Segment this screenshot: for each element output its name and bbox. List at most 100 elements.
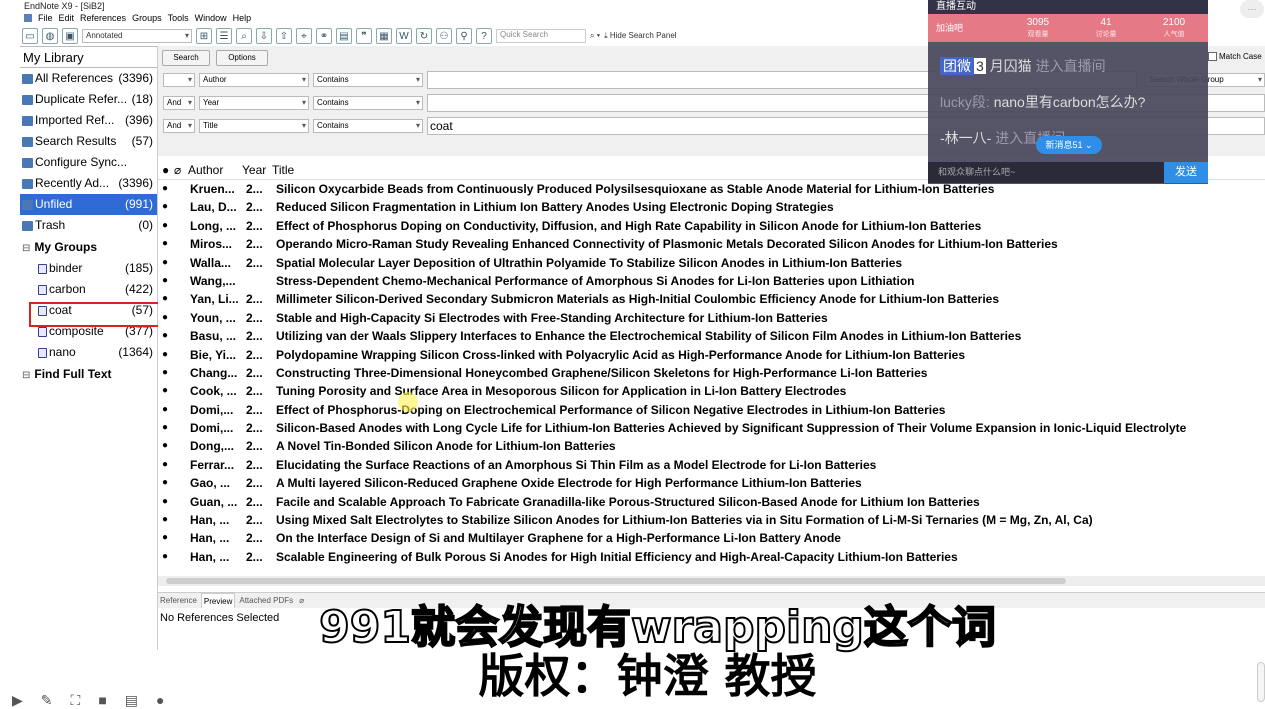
table-row[interactable]: ● Basu, ... 2... Utilizing van der Waals Sl… (158, 327, 1265, 345)
menu-groups[interactable]: Groups (132, 12, 162, 25)
quick-search-input[interactable]: Quick Search (496, 29, 586, 43)
horizontal-scrollbar[interactable] (158, 576, 1265, 586)
search-icon[interactable]: ⌕ ▾ (590, 31, 600, 41)
condition-select[interactable]: Contains (313, 96, 423, 110)
folder-icon (22, 95, 33, 105)
row-author: Bie, Yi... (190, 347, 237, 362)
unread-dot-icon: ● (162, 201, 169, 213)
menu-window[interactable]: Window (195, 12, 227, 25)
my-groups-heading[interactable]: My Groups (20, 236, 157, 258)
author-column-header[interactable]: Author (188, 160, 242, 179)
table-row[interactable]: ● Wang,... Stress-Dependent Chemo-Mechanic… (158, 272, 1265, 290)
field-select[interactable]: Year (199, 96, 309, 110)
boolean-select[interactable]: And (163, 119, 195, 133)
sidebar-item[interactable]: Unfiled (991) (20, 194, 157, 215)
search-online-icon[interactable]: ⌕ (236, 28, 252, 44)
table-row[interactable]: ● Domi,... 2... Silicon-Based Anodes with L… (158, 419, 1265, 437)
chat-icon[interactable]: ● (156, 692, 164, 709)
url-icon[interactable]: ⚭ (316, 28, 332, 44)
row-title: Stable and High-Capacity Si Electrodes w… (276, 310, 828, 325)
sidebar-item[interactable]: Search Results (57) (20, 131, 157, 152)
help-icon[interactable]: ? (476, 28, 492, 44)
sidebar-item[interactable]: All References (3396) (20, 68, 157, 89)
sidebar-item[interactable]: Imported Ref... (396) (20, 110, 157, 131)
field-select[interactable]: Author (199, 73, 309, 87)
row-author: Cook, ... (190, 384, 237, 399)
condition-select[interactable]: Contains (313, 119, 423, 133)
read-status-icon[interactable]: ● (162, 160, 174, 179)
title-column-header[interactable]: Title (272, 160, 294, 179)
subtitle-line-2: 版权：钟澄 教授 (478, 649, 817, 703)
sidebar-item[interactable]: Duplicate Refer... (18) (20, 89, 157, 110)
layout-icon[interactable]: ▭ (22, 28, 38, 44)
menu-references[interactable]: References (80, 12, 126, 25)
pdf-icon[interactable]: ▦ (376, 28, 392, 44)
field-select[interactable]: Title (199, 119, 309, 133)
attachment-icon[interactable]: ⌀ (174, 160, 188, 179)
export-icon[interactable]: ⇧ (276, 28, 292, 44)
boolean-select[interactable]: And (163, 96, 195, 110)
group-item[interactable]: carbon (422) (20, 279, 157, 300)
word-icon[interactable]: W (396, 28, 412, 44)
table-row[interactable]: ● Guan, ... 2... Facile and Scalable Approa… (158, 493, 1265, 511)
groups-icon[interactable]: ⚲ (456, 28, 472, 44)
share-icon[interactable]: ⚇ (436, 28, 452, 44)
group-item[interactable]: binder (185) (20, 258, 157, 279)
menu-edit[interactable]: Edit (59, 12, 75, 25)
table-row[interactable]: ● Miros... 2... Operando Micro-Raman Study … (158, 235, 1265, 253)
find-fulltext-icon[interactable]: ⌖ (296, 28, 312, 44)
table-row[interactable]: ● Bie, Yi... 2... Polydopamine Wrapping Sil… (158, 346, 1265, 364)
new-messages-button[interactable]: 新消息51 ⌄ (1036, 136, 1102, 154)
play-icon[interactable]: ▶ (12, 692, 23, 709)
row-year: 2... (246, 494, 263, 509)
insert-citation-icon[interactable]: ⊞ (196, 28, 212, 44)
options-button[interactable]: Options (216, 50, 268, 66)
online-icon[interactable]: ◍ (42, 28, 58, 44)
screenshot-icon[interactable]: ⛶ (71, 692, 81, 709)
year-column-header[interactable]: Year (242, 160, 272, 179)
table-row[interactable]: ● Chang... 2... Constructing Three-Dimensio… (158, 364, 1265, 382)
table-row[interactable]: ● Han, ... 2... On the Interface Design of … (158, 529, 1265, 547)
integrated-icon[interactable]: ▣ (62, 28, 78, 44)
table-row[interactable]: ● Long, ... 2... Effect of Phosphorus Dopin… (158, 217, 1265, 235)
menu-tools[interactable]: Tools (168, 12, 189, 25)
search-button[interactable]: Search (162, 50, 210, 66)
table-row[interactable]: ● Walla... 2... Spatial Molecular Layer Dep… (158, 254, 1265, 272)
chat-input[interactable]: 和观众聊点什么吧~ (928, 162, 1164, 183)
table-row[interactable]: ● Lau, D... 2... Reduced Silicon Fragmentat… (158, 198, 1265, 216)
format-icon[interactable]: ☰ (216, 28, 232, 44)
pen-icon[interactable]: ✎ (41, 692, 53, 709)
table-row[interactable]: ● Youn, ... 2... Stable and High-Capacity S… (158, 309, 1265, 327)
style-select[interactable]: Annotated (82, 29, 192, 43)
import-icon[interactable]: ⇩ (256, 28, 272, 44)
folder-icon[interactable]: ▤ (336, 28, 352, 44)
menu-help[interactable]: Help (233, 12, 252, 25)
more-icon[interactable]: ⋯ (1240, 0, 1264, 18)
sync-icon[interactable]: ↻ (416, 28, 432, 44)
table-row[interactable]: ● Domi,... 2... Effect of Phosphorus-Doping… (158, 401, 1265, 419)
sidebar-item[interactable]: Trash (0) (20, 215, 157, 236)
table-row[interactable]: ● Han, ... 2... Using Mixed Salt Electrolyt… (158, 511, 1265, 529)
table-row[interactable]: ● Ferrar... 2... Elucidating the Surface Re… (158, 456, 1265, 474)
scroll-thumb[interactable] (166, 578, 1066, 584)
hide-search-panel-button[interactable]: ⤓ Hide Search Panel (604, 31, 676, 41)
table-row[interactable]: ● Gao, ... 2... A Multi layered Silicon-Red… (158, 474, 1265, 492)
camera-icon[interactable]: ■ (98, 692, 106, 709)
table-row[interactable]: ● Yan, Li... 2... Millimeter Silicon-Derive… (158, 290, 1265, 308)
table-row[interactable]: ● Dong,... 2... A Novel Tin-Bonded Silicon … (158, 437, 1265, 455)
table-row[interactable]: ● Cook, ... 2... Tuning Porosity and Surfac… (158, 382, 1265, 400)
group-item[interactable]: nano (1364) (20, 342, 157, 363)
table-row[interactable]: ● Han, ... 2... Scalable Engineering of Bul… (158, 548, 1265, 566)
quote-icon[interactable]: ❞ (356, 28, 372, 44)
find-full-text-heading[interactable]: Find Full Text (20, 363, 157, 385)
notes-icon[interactable]: ▤ (125, 692, 138, 709)
send-button[interactable]: 发送 (1164, 162, 1208, 183)
condition-select[interactable]: Contains (313, 73, 423, 87)
boolean-select[interactable] (163, 73, 195, 87)
sidebar-item[interactable]: Configure Sync... (20, 152, 157, 173)
match-case-checkbox[interactable] (1208, 52, 1217, 61)
sidebar-item[interactable]: Recently Ad... (3396) (20, 173, 157, 194)
side-handle[interactable] (1257, 662, 1265, 702)
menu-file[interactable]: File (38, 12, 53, 25)
match-case[interactable]: Match Case (1208, 52, 1262, 61)
